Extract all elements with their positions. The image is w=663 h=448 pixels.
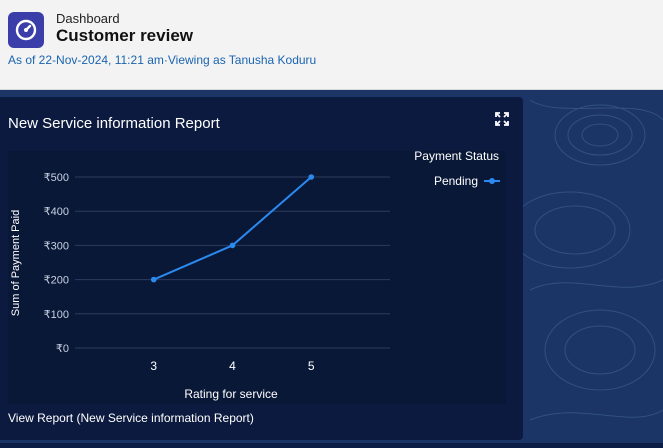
data-point [308, 174, 315, 180]
expand-icon [495, 112, 509, 126]
y-tick-label: ₹300 [44, 240, 69, 252]
page-title: Customer review [56, 26, 193, 45]
y-tick-label: ₹0 [56, 343, 69, 355]
dashboard-meta: As of 22-Nov-2024, 11:21 am·Viewing as T… [8, 53, 316, 67]
dashboard-header: Dashboard Customer review As of 22-Nov-2… [0, 0, 663, 90]
y-tick-label: ₹500 [44, 172, 69, 184]
gauge-icon [15, 19, 37, 41]
y-tick-label: ₹400 [44, 206, 69, 218]
card-title: New Service information Report [8, 115, 220, 132]
y-axis-label: Sum of Payment Paid [10, 210, 22, 316]
x-axis-label: Rating for service [184, 387, 278, 401]
y-tick-label: ₹100 [44, 309, 69, 321]
series-line-pending [153, 176, 312, 281]
as-of-timestamp: As of 22-Nov-2024, 11:21 am [8, 53, 164, 67]
chart-area: ₹0 ₹100 ₹200 ₹300 ₹400 ₹500 3 4 5 Sum of Paymen… [8, 149, 506, 404]
x-tick-label: 4 [229, 359, 236, 373]
line-chart: ₹0 ₹100 ₹200 ₹300 ₹400 ₹500 3 4 5 Sum of Paymen… [10, 149, 500, 401]
y-tick-label: ₹200 [44, 275, 69, 287]
expand-button[interactable] [494, 111, 510, 127]
view-report-link[interactable]: View Report (New Service information Rep… [8, 411, 254, 425]
legend-title: Payment Status [414, 151, 499, 163]
viewing-as-text: Viewing as Tanusha Koduru [167, 53, 317, 67]
legend-dot-marker [489, 178, 495, 184]
x-tick-label: 5 [308, 359, 315, 373]
data-point [150, 276, 157, 283]
report-card: New Service information Report ₹0 ₹100 ₹20… [0, 97, 523, 440]
dashboard-app-icon [8, 12, 44, 48]
x-tick-label: 3 [150, 359, 157, 373]
data-point [229, 242, 236, 249]
breadcrumb[interactable]: Dashboard [56, 11, 120, 26]
legend-item-label: Pending [434, 174, 478, 188]
